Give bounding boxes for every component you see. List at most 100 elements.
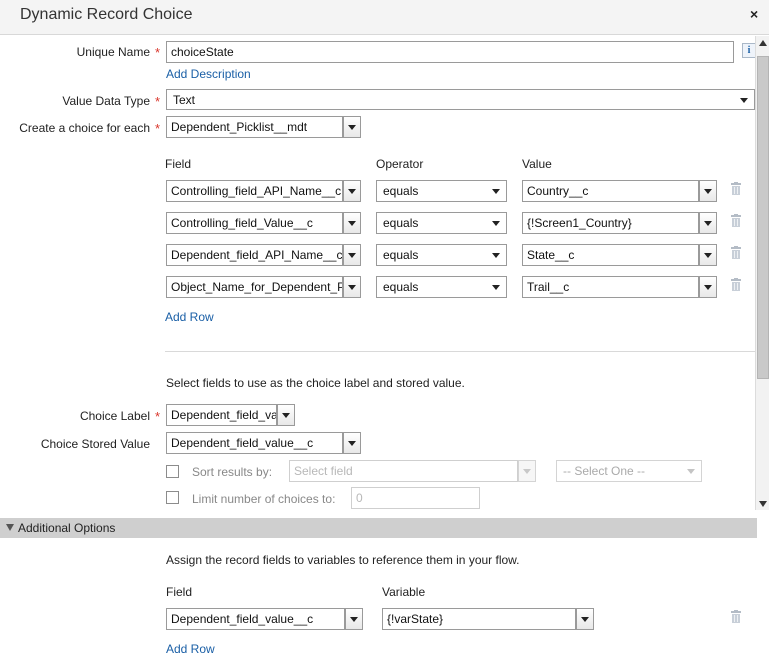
filter-operator-value: equals: [383, 248, 419, 262]
assign-variable-dropdown[interactable]: [576, 608, 594, 630]
choice-fields-instruction: Select fields to use as the choice label…: [166, 376, 465, 390]
create-choice-label: Create a choice for each: [19, 121, 150, 135]
choice-stored-value-input[interactable]: Dependent_field_value__c: [166, 432, 343, 454]
chevron-down-icon: [581, 616, 589, 622]
filter-value-dropdown[interactable]: [699, 180, 717, 202]
chevron-down-icon: [348, 252, 356, 258]
filter-field-input[interactable]: Controlling_field_Value__c: [166, 212, 343, 234]
chevron-down-icon: [348, 220, 356, 226]
choice-label-input[interactable]: Dependent_field_va: [166, 404, 277, 426]
choice-label-dropdown[interactable]: [277, 404, 295, 426]
unique-name-input[interactable]: choiceState: [166, 41, 734, 63]
close-icon[interactable]: ×: [750, 6, 758, 22]
value-data-type-label: Value Data Type: [62, 94, 150, 108]
sort-results-label: Sort results by:: [192, 465, 273, 479]
filter-field-input[interactable]: Object_Name_for_Dependent_P: [166, 276, 343, 298]
assign-header-variable: Variable: [382, 585, 426, 599]
chevron-down-icon: [704, 252, 712, 258]
chevron-down-icon: [492, 253, 500, 258]
trash-icon[interactable]: [730, 246, 742, 259]
choice-label-label: Choice Label: [79, 409, 150, 423]
chevron-down-icon: [704, 284, 712, 290]
filter-field-dropdown[interactable]: [343, 180, 361, 202]
collapse-triangle-icon: [6, 524, 14, 531]
chevron-down-icon: [348, 440, 356, 446]
info-icon[interactable]: i: [742, 43, 756, 58]
chevron-down-icon: [282, 412, 290, 418]
filter-value-input[interactable]: State__c: [522, 244, 699, 266]
assign-header-field: Field: [166, 585, 193, 599]
chevron-down-icon: [704, 220, 712, 226]
required-asterisk-icon: *: [155, 45, 161, 60]
filter-header-value: Value: [522, 157, 552, 171]
trash-icon[interactable]: [730, 610, 742, 623]
limit-choices-label: Limit number of choices to:: [192, 492, 336, 506]
sort-field-dropdown[interactable]: [518, 460, 536, 482]
chevron-down-icon: [348, 124, 356, 130]
filter-field-dropdown[interactable]: [343, 212, 361, 234]
filter-field-input[interactable]: Dependent_field_API_Name__c: [166, 244, 343, 266]
limit-choices-input[interactable]: 0: [351, 487, 480, 509]
filter-operator-select[interactable]: equals: [376, 244, 507, 266]
required-asterisk-icon: *: [155, 409, 161, 424]
sort-order-value: -- Select One --: [563, 464, 646, 478]
sort-results-checkbox[interactable]: [166, 465, 179, 478]
filter-header-operator: Operator: [376, 157, 424, 171]
object-combobox-input[interactable]: Dependent_Picklist__mdt: [166, 116, 343, 138]
choice-stored-value-dropdown[interactable]: [343, 432, 361, 454]
trash-icon[interactable]: [730, 182, 742, 195]
filter-value-input[interactable]: Trail__c: [522, 276, 699, 298]
trash-icon[interactable]: [730, 278, 742, 291]
chevron-down-icon: [350, 616, 358, 622]
chevron-down-icon: [492, 221, 500, 226]
dialog-title: Dynamic Record Choice: [20, 6, 193, 23]
object-combobox-dropdown[interactable]: [343, 116, 361, 138]
scroll-down-icon[interactable]: [756, 497, 769, 510]
scroll-up-icon[interactable]: [756, 36, 769, 49]
additional-options-header[interactable]: Additional Options: [0, 518, 757, 538]
filter-operator-value: equals: [383, 184, 419, 198]
filter-field-dropdown[interactable]: [343, 276, 361, 298]
filter-operator-select[interactable]: equals: [376, 276, 507, 298]
chevron-down-icon: [687, 469, 695, 474]
filter-header-field: Field: [165, 157, 192, 171]
additional-options-instruction: Assign the record fields to variables to…: [166, 553, 520, 567]
filter-operator-value: equals: [383, 280, 419, 294]
assign-field-input[interactable]: Dependent_field_value__c: [166, 608, 345, 630]
add-row-link[interactable]: Add Row: [166, 642, 215, 656]
required-asterisk-icon: *: [155, 121, 161, 136]
chevron-down-icon: [523, 468, 531, 474]
section-divider: [165, 351, 755, 352]
vertical-scrollbar[interactable]: [755, 36, 769, 510]
filter-value-dropdown[interactable]: [699, 276, 717, 298]
trash-icon[interactable]: [730, 214, 742, 227]
additional-options-title: Additional Options: [18, 521, 116, 535]
sort-order-select[interactable]: -- Select One --: [556, 460, 702, 482]
filter-field-dropdown[interactable]: [343, 244, 361, 266]
filter-field-input[interactable]: Controlling_field_API_Name__c: [166, 180, 343, 202]
filter-operator-select[interactable]: equals: [376, 212, 507, 234]
chevron-down-icon: [348, 284, 356, 290]
scrollbar-thumb[interactable]: [757, 56, 769, 379]
unique-name-label: Unique Name: [76, 45, 150, 59]
filter-value-dropdown[interactable]: [699, 212, 717, 234]
filter-operator-value: equals: [383, 216, 419, 230]
chevron-down-icon: [492, 189, 500, 194]
chevron-down-icon: [492, 285, 500, 290]
assign-field-dropdown[interactable]: [345, 608, 363, 630]
required-asterisk-icon: *: [155, 94, 161, 109]
chevron-down-icon: [740, 98, 748, 103]
filter-operator-select[interactable]: equals: [376, 180, 507, 202]
add-row-link[interactable]: Add Row: [165, 310, 214, 324]
assign-variable-input[interactable]: {!varState}: [382, 608, 576, 630]
limit-choices-checkbox[interactable]: [166, 491, 179, 504]
chevron-down-icon: [704, 188, 712, 194]
value-data-type-select[interactable]: Text: [166, 89, 755, 110]
filter-value-input[interactable]: {!Screen1_Country}: [522, 212, 699, 234]
sort-field-input[interactable]: Select field: [289, 460, 518, 482]
filter-value-dropdown[interactable]: [699, 244, 717, 266]
value-data-type-value: Text: [173, 92, 196, 107]
add-description-link[interactable]: Add Description: [166, 67, 251, 81]
chevron-down-icon: [348, 188, 356, 194]
filter-value-input[interactable]: Country__c: [522, 180, 699, 202]
